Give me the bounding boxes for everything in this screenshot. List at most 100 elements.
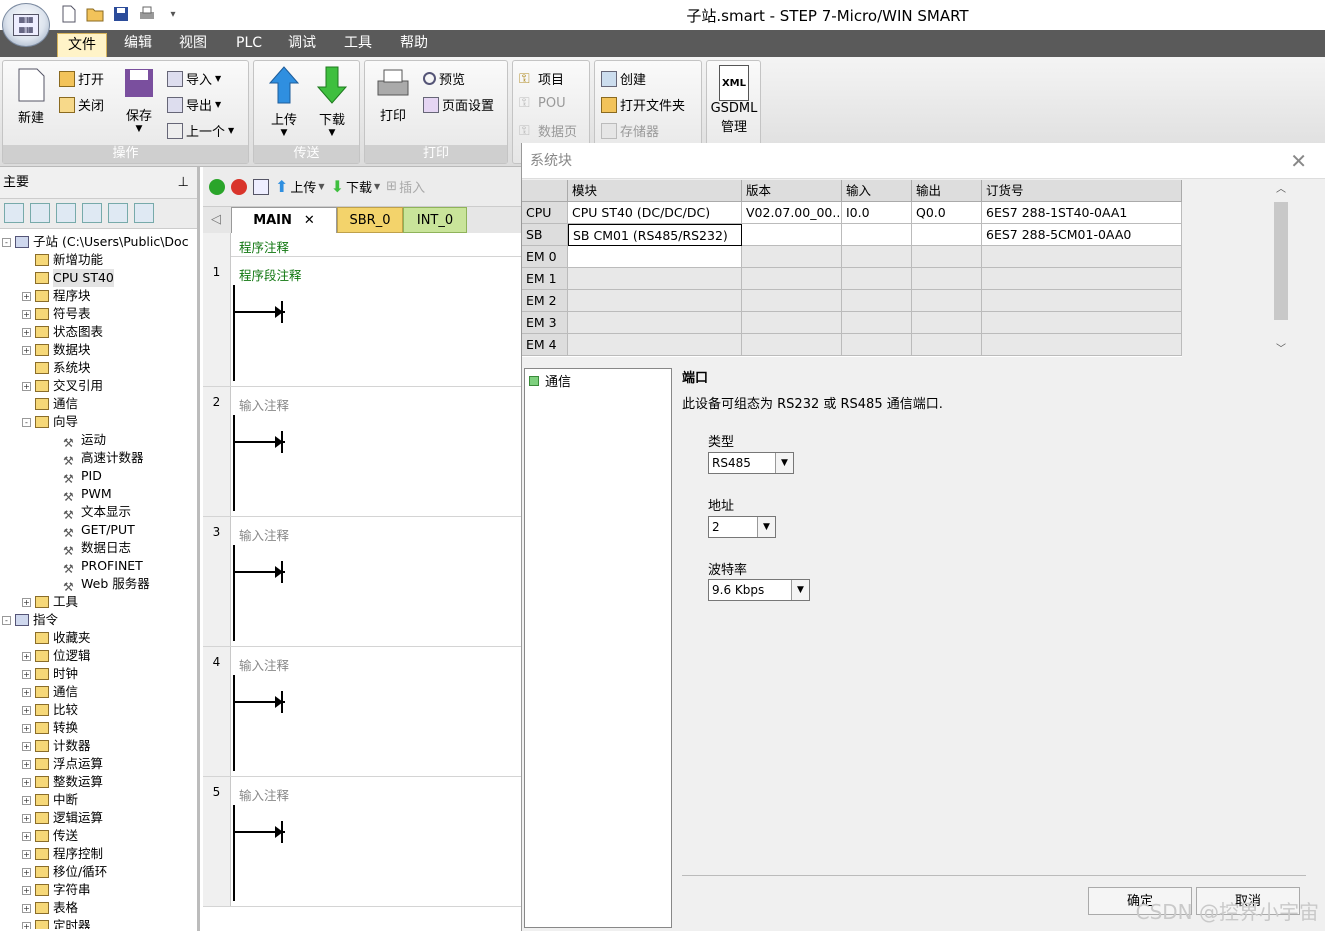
- tree-item[interactable]: - 指令: [2, 611, 58, 629]
- pou-password-button[interactable]: ⚿ POU: [519, 95, 566, 111]
- view-icon[interactable]: [4, 203, 24, 223]
- expand-icon[interactable]: +: [22, 741, 31, 751]
- tree-item[interactable]: + 字符串: [22, 881, 91, 899]
- expand-icon[interactable]: +: [22, 885, 31, 895]
- tree-item[interactable]: 新增功能: [22, 251, 103, 269]
- open-folder-button[interactable]: 打开文件夹: [601, 95, 685, 114]
- tree-item[interactable]: + 转换: [22, 719, 78, 737]
- table-cell[interactable]: [912, 312, 982, 334]
- table-cell[interactable]: [568, 268, 742, 290]
- table-cell[interactable]: [742, 224, 842, 246]
- tree-item[interactable]: ⚒ GET/PUT: [50, 521, 135, 540]
- table-cell[interactable]: 6ES7 288-5CM01-0AA0: [982, 224, 1182, 246]
- tree-item[interactable]: + 传送: [22, 827, 78, 845]
- expand-icon[interactable]: +: [22, 759, 31, 769]
- table-cell[interactable]: [982, 268, 1182, 290]
- collapse-icon[interactable]: -: [2, 615, 11, 625]
- table-cell[interactable]: [742, 290, 842, 312]
- expand-icon[interactable]: +: [22, 381, 31, 391]
- tree-item[interactable]: ⚒ 高速计数器: [50, 449, 144, 468]
- tree-item[interactable]: - 向导: [22, 413, 78, 431]
- create-button[interactable]: 创建: [601, 69, 646, 88]
- table-cell[interactable]: [912, 224, 982, 246]
- category-item-communication[interactable]: 通信: [525, 369, 671, 392]
- tree-item[interactable]: ⚒ PID: [50, 467, 102, 486]
- table-cell[interactable]: [842, 246, 912, 268]
- menu-edit[interactable]: 编辑: [114, 30, 162, 57]
- tab-close-icon[interactable]: ✕: [304, 213, 315, 228]
- tree-item[interactable]: + 工具: [22, 593, 78, 611]
- network-comment[interactable]: 输入注释: [239, 655, 289, 674]
- table-cell[interactable]: I0.0: [842, 202, 912, 224]
- tree-item[interactable]: + 移位/循环: [22, 863, 107, 881]
- tab-int0[interactable]: INT_0: [403, 207, 467, 233]
- collapse-icon[interactable]: -: [22, 417, 31, 427]
- tree-item[interactable]: CPU ST40: [22, 269, 114, 287]
- scroll-up-icon[interactable]: ︿: [1272, 180, 1290, 195]
- tree-item[interactable]: + 程序块: [22, 287, 91, 305]
- tree-item[interactable]: + 整数运算: [22, 773, 103, 791]
- network-2[interactable]: 2 输入注释: [203, 387, 523, 517]
- network-1[interactable]: 1 程序段注释: [203, 257, 523, 387]
- application-menu-button[interactable]: ▦▦ ▦▦: [2, 3, 50, 47]
- tree-item[interactable]: 通信: [22, 395, 78, 413]
- scroll-down-icon[interactable]: ﹀: [1272, 340, 1290, 355]
- collapse-icon[interactable]: -: [2, 237, 11, 247]
- table-cell[interactable]: CPU ST40 (DC/DC/DC): [568, 202, 742, 224]
- download-dropdown-icon[interactable]: ▼: [310, 128, 354, 138]
- table-cell[interactable]: V02.07.00_00....: [742, 202, 842, 224]
- expand-icon[interactable]: +: [22, 921, 31, 929]
- upload-button[interactable]: 上传 ▼: [262, 65, 306, 138]
- table-cell[interactable]: Q0.0: [912, 202, 982, 224]
- tree-item[interactable]: + 比较: [22, 701, 78, 719]
- expand-icon[interactable]: +: [22, 687, 31, 697]
- run-icon[interactable]: [209, 178, 225, 195]
- table-cell[interactable]: [742, 334, 842, 356]
- network-4[interactable]: 4 输入注释: [203, 647, 523, 777]
- page-setup-button[interactable]: 页面设置: [423, 95, 494, 114]
- table-cell[interactable]: [568, 246, 742, 268]
- table-cell[interactable]: [842, 224, 912, 246]
- table-cell[interactable]: [912, 290, 982, 312]
- table-cell[interactable]: 6ES7 288-1ST40-0AA1: [982, 202, 1182, 224]
- table-scrollbar[interactable]: ︿ ﹀: [1272, 180, 1290, 357]
- save-button[interactable]: 保存 ▼: [119, 67, 159, 134]
- close-icon[interactable]: ✕: [1290, 143, 1307, 179]
- stop-icon[interactable]: [231, 178, 247, 195]
- expand-icon[interactable]: +: [22, 813, 31, 823]
- expand-icon[interactable]: +: [22, 777, 31, 787]
- tree-item[interactable]: ⚒ 运动: [50, 431, 106, 450]
- tree-item[interactable]: + 程序控制: [22, 845, 103, 863]
- table-cell[interactable]: [568, 312, 742, 334]
- tree-item[interactable]: 收藏夹: [22, 629, 91, 647]
- gsdml-manage-button[interactable]: XML GSDML 管理: [709, 65, 759, 135]
- export-button[interactable]: 导出 ▼: [167, 95, 221, 114]
- table-cell[interactable]: [742, 246, 842, 268]
- tree-item[interactable]: + 通信: [22, 683, 78, 701]
- tab-sbr0[interactable]: SBR_0: [337, 207, 403, 233]
- editor-insert-button[interactable]: ⊞ 插入: [386, 177, 425, 196]
- network-3[interactable]: 3 输入注释: [203, 517, 523, 647]
- expand-icon[interactable]: +: [22, 651, 31, 661]
- menu-file[interactable]: 文件: [57, 33, 107, 57]
- expand-icon[interactable]: +: [22, 903, 31, 913]
- menu-help[interactable]: 帮助: [390, 30, 438, 57]
- close-button[interactable]: 关闭: [59, 95, 104, 114]
- previous-button[interactable]: 上一个 ▼: [167, 121, 234, 140]
- address-select[interactable]: 2 ▼: [708, 516, 776, 538]
- tab-scroll-left-icon[interactable]: ◁: [203, 207, 229, 233]
- table-cell[interactable]: [568, 334, 742, 356]
- tree-item[interactable]: + 计数器: [22, 737, 91, 755]
- import-button[interactable]: 导入 ▼: [167, 69, 221, 88]
- print-button[interactable]: 打印: [371, 67, 415, 124]
- table-cell[interactable]: [912, 246, 982, 268]
- table-cell[interactable]: [568, 290, 742, 312]
- table-cell[interactable]: [982, 334, 1182, 356]
- download-button[interactable]: 下载 ▼: [310, 65, 354, 138]
- expand-icon[interactable]: +: [22, 705, 31, 715]
- data-page-password-button[interactable]: ⚿ 数据页: [519, 121, 577, 141]
- tree-item[interactable]: ⚒ 数据日志: [50, 539, 131, 558]
- program-comment-row[interactable]: 程序注释: [203, 233, 523, 257]
- editor-upload-button[interactable]: ⬆ 上传 ▼: [275, 177, 325, 196]
- network-comment[interactable]: 程序段注释: [239, 265, 302, 284]
